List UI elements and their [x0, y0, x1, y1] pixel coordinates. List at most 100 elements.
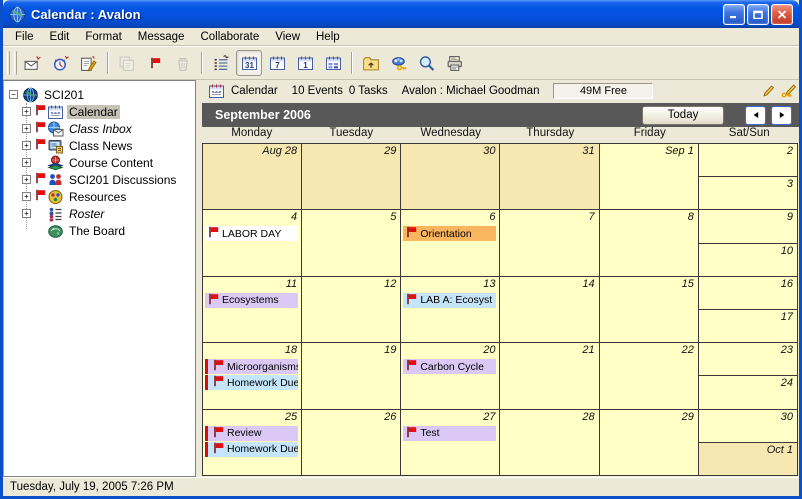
sun-cell[interactable]: 17 [699, 310, 797, 342]
sat-cell[interactable]: 30 [699, 410, 797, 443]
toolbar-grip[interactable] [14, 51, 17, 75]
day-cell[interactable]: 22 [600, 343, 698, 408]
access-key-pencil-icon[interactable] [781, 84, 795, 98]
day-cell[interactable]: 14 [500, 277, 598, 342]
event-item[interactable]: LABOR DAY [205, 226, 298, 241]
expand-icon[interactable]: + [22, 209, 31, 218]
sat-cell[interactable]: 9 [699, 210, 797, 243]
close-button[interactable] [771, 4, 793, 25]
sat-cell[interactable]: 2 [699, 144, 797, 177]
day-cell[interactable]: 26 [302, 410, 400, 475]
day-cell[interactable]: 27Test [401, 410, 499, 475]
event-item[interactable]: Homework Due [205, 442, 298, 457]
menu-message[interactable]: Message [130, 29, 193, 45]
day-cell[interactable]: 20 Carbon Cycle [401, 343, 499, 408]
expand-icon[interactable]: + [22, 192, 31, 201]
event-item[interactable]: Carbon Cycle [403, 359, 496, 374]
sat-cell[interactable]: 16 [699, 277, 797, 310]
sidebar-item-class-inbox[interactable]: +Class Inbox [4, 120, 195, 137]
menu-collaborate[interactable]: Collaborate [192, 29, 267, 45]
sidebar-item-roster[interactable]: +Roster [4, 205, 195, 222]
menu-help[interactable]: Help [308, 29, 348, 45]
next-month-button[interactable] [771, 106, 792, 125]
flag-button[interactable] [142, 50, 168, 76]
event-title: Orientation [420, 228, 471, 240]
sun-cell[interactable]: Oct 1 [699, 443, 797, 475]
day-cell[interactable]: 21 [500, 343, 598, 408]
day-cell[interactable]: 13LAB A: Ecosyst [401, 277, 499, 342]
sidebar-item-resources[interactable]: +Resources [4, 188, 195, 205]
permissions-button[interactable] [386, 50, 412, 76]
event-item[interactable]: Ecosystems [205, 293, 298, 308]
menu-format[interactable]: Format [77, 29, 129, 45]
menu-edit[interactable]: Edit [42, 29, 78, 45]
expand-icon[interactable]: + [22, 158, 31, 167]
prev-month-button[interactable] [745, 106, 766, 125]
list-view-button[interactable] [208, 50, 234, 76]
folder-up-button[interactable] [358, 50, 384, 76]
day-number: 20 [401, 343, 499, 358]
day-cell[interactable]: 6Orientation [401, 210, 499, 275]
sidebar-item-class-news[interactable]: +Class News [4, 137, 195, 154]
multiweek-view-button[interactable] [320, 50, 346, 76]
event-title: Carbon Cycle [420, 361, 484, 373]
day-cell[interactable]: Aug 28 [203, 144, 301, 209]
day-cell[interactable]: 29 [600, 410, 698, 475]
event-item[interactable]: Homework Due [205, 375, 298, 390]
flag-icon [35, 189, 46, 204]
day-cell[interactable]: 19 [302, 343, 400, 408]
print-button[interactable] [442, 50, 468, 76]
expand-icon[interactable]: + [22, 124, 31, 133]
new-message-button[interactable] [20, 50, 46, 76]
day-cell[interactable]: 31 [500, 144, 598, 209]
sidebar-item-label: Course Content [67, 156, 155, 170]
flag-icon [213, 426, 224, 441]
sat-cell[interactable]: 23 [699, 343, 797, 376]
day-cell[interactable]: 7 [500, 210, 598, 275]
day-cell[interactable]: 12 [302, 277, 400, 342]
day-cell[interactable]: 29 [302, 144, 400, 209]
edit-pencil-icon[interactable] [761, 84, 775, 98]
sun-cell[interactable]: 10 [699, 244, 797, 276]
day-number: 5 [302, 210, 400, 225]
minimize-button[interactable] [723, 4, 745, 25]
expand-icon[interactable]: + [22, 175, 31, 184]
toolbar-grip[interactable] [7, 51, 10, 75]
new-alarm-button[interactable] [48, 50, 74, 76]
month-view-button[interactable]: 31 [236, 50, 262, 76]
day-cell[interactable]: 4LABOR DAY [203, 210, 301, 275]
event-title: Homework Due [227, 443, 298, 455]
day-cell[interactable]: 28 [500, 410, 598, 475]
sidebar-item-sci201-discussions[interactable]: +SCI201 Discussions [4, 171, 195, 188]
week-view-button[interactable]: 7 [264, 50, 290, 76]
menu-file[interactable]: File [7, 29, 42, 45]
day-cell[interactable]: 11Ecosystems [203, 277, 301, 342]
day-cell[interactable]: Sep 1 [600, 144, 698, 209]
day-cell[interactable]: 30 [401, 144, 499, 209]
expand-icon[interactable]: + [22, 107, 31, 116]
new-entry-button[interactable] [76, 50, 102, 76]
event-item[interactable]: Test [403, 426, 496, 441]
menu-view[interactable]: View [267, 29, 308, 45]
day-view-button[interactable]: 1 [292, 50, 318, 76]
sun-cell[interactable]: 24 [699, 376, 797, 408]
today-button[interactable]: Today [642, 106, 724, 125]
event-item[interactable]: Review [205, 426, 298, 441]
sidebar-item-calendar[interactable]: +Calendar [4, 103, 195, 120]
maximize-button[interactable] [747, 4, 769, 25]
day-cell[interactable]: 5 [302, 210, 400, 275]
sun-cell[interactable]: 3 [699, 177, 797, 209]
day-cell[interactable]: 25ReviewHomework Due [203, 410, 301, 475]
search-button[interactable] [414, 50, 440, 76]
sidebar-item-the-board[interactable]: The Board [4, 222, 195, 239]
sidebar-item-course-content[interactable]: + Course Content [4, 154, 195, 171]
event-item[interactable]: Orientation [403, 226, 496, 241]
day-cell[interactable]: 18MicroorganismsHomework Due [203, 343, 301, 408]
event-item[interactable]: LAB A: Ecosyst [403, 293, 496, 308]
day-cell[interactable]: 8 [600, 210, 698, 275]
collapse-icon[interactable]: − [9, 90, 18, 99]
tree-root-sci201[interactable]: −SCI201 [4, 86, 195, 103]
day-cell[interactable]: 15 [600, 277, 698, 342]
expand-icon[interactable]: + [22, 141, 31, 150]
event-item[interactable]: Microorganisms [205, 359, 298, 374]
